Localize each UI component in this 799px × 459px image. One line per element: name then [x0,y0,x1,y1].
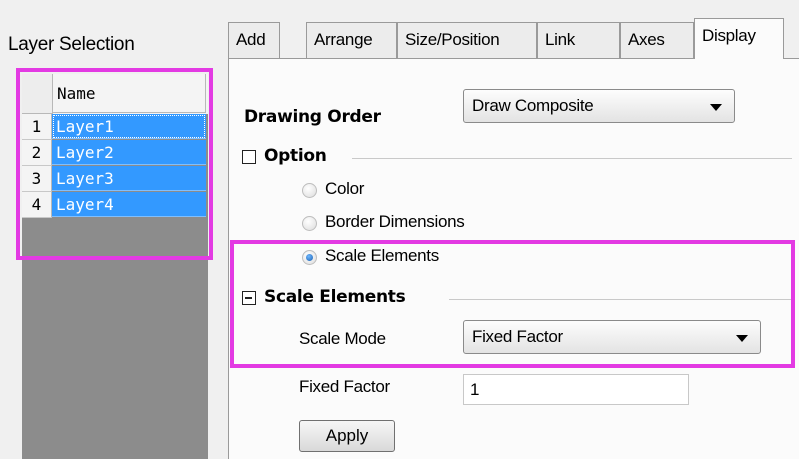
tab-display[interactable]: Display [694,18,784,59]
highlight-frame-scale [230,240,795,368]
tab-link[interactable]: Link [537,22,620,58]
radio-color[interactable] [302,183,317,198]
tab-size-position[interactable]: Size/Position [397,22,537,58]
option-group-title: Option [264,146,327,166]
fixed-factor-input[interactable]: 1 [463,374,689,405]
tab-arrange[interactable]: Arrange [306,22,397,58]
radio-color-label: Color [325,179,365,198]
drawing-order-label: Drawing Order [244,107,381,127]
layer-selection-title: Layer Selection [8,34,135,55]
tab-add[interactable]: Add [228,22,280,58]
highlight-frame-layers [16,68,213,260]
divider [352,158,792,159]
collapse-box-icon[interactable] [242,150,256,164]
apply-button[interactable]: Apply [299,420,395,452]
radio-border-dimensions-label: Border Dimensions [325,212,465,231]
radio-border-dimensions[interactable] [302,216,317,231]
fixed-factor-label: Fixed Factor [299,377,390,396]
chevron-down-icon [710,104,722,111]
drawing-order-value: Draw Composite [472,96,594,115]
tab-axes[interactable]: Axes [620,22,694,58]
drawing-order-select[interactable]: Draw Composite [463,89,735,123]
